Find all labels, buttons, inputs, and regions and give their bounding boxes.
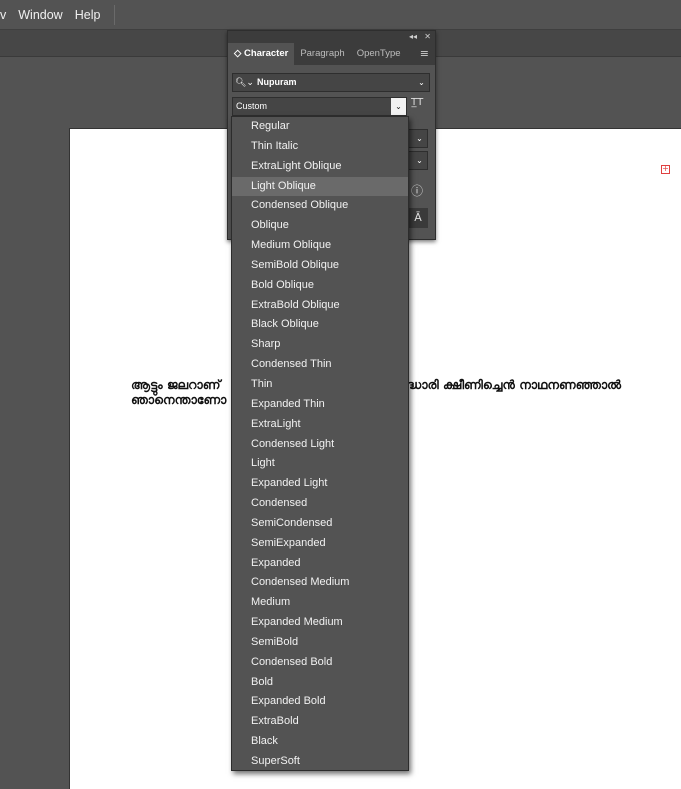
leading-chevron-field[interactable]: ⌄ bbox=[408, 151, 428, 170]
font-style-option[interactable]: SemiBold bbox=[232, 633, 408, 653]
close-icon[interactable]: ✕ bbox=[424, 31, 431, 43]
font-style-option[interactable]: Light bbox=[232, 454, 408, 474]
font-style-option[interactable]: Thin bbox=[232, 375, 408, 395]
font-family-field[interactable]: 🔍︎⌄ Nupuram ⌄ bbox=[232, 73, 430, 92]
font-style-option[interactable]: Condensed Thin bbox=[232, 355, 408, 375]
font-style-option[interactable]: Condensed Oblique bbox=[232, 196, 408, 216]
menu-window[interactable]: Window bbox=[12, 8, 68, 22]
font-style-option[interactable]: Condensed Light bbox=[232, 435, 408, 455]
font-family-value: Nupuram bbox=[257, 77, 297, 87]
artboard-text-line1-left[interactable]: ആട്ടും ജലറാണ് bbox=[131, 377, 220, 393]
font-style-option[interactable]: Expanded Medium bbox=[232, 613, 408, 633]
font-style-option[interactable]: Medium bbox=[232, 593, 408, 613]
panel-tabs: ◇ Character Paragraph OpenType ≡ bbox=[228, 43, 435, 65]
font-style-value: Custom bbox=[236, 101, 268, 111]
info-icon[interactable]: ⓘ bbox=[411, 182, 423, 199]
font-style-option[interactable]: Expanded Bold bbox=[232, 692, 408, 712]
tab-character[interactable]: ◇ Character bbox=[228, 43, 295, 65]
tab-character-arrow-icon: ◇ bbox=[234, 48, 242, 59]
font-style-option[interactable]: Condensed bbox=[232, 494, 408, 514]
font-style-option[interactable]: Medium Oblique bbox=[232, 236, 408, 256]
panel-title-bar: ◂◂ ✕ bbox=[228, 31, 435, 43]
font-style-option[interactable]: ExtraLight bbox=[232, 415, 408, 435]
font-style-option[interactable]: Oblique bbox=[232, 216, 408, 236]
font-style-option[interactable]: ExtraLight Oblique bbox=[232, 157, 408, 177]
font-style-option[interactable]: Expanded Thin bbox=[232, 395, 408, 415]
font-style-option[interactable]: ExtraBold Oblique bbox=[232, 296, 408, 316]
font-style-option[interactable]: Regular bbox=[232, 117, 408, 137]
font-style-chevron-down-icon[interactable]: ⌄ bbox=[391, 98, 406, 115]
font-style-option[interactable]: Thin Italic bbox=[232, 137, 408, 157]
panel-menu-icon[interactable]: ≡ bbox=[420, 47, 429, 60]
font-style-option[interactable]: ExtraBold bbox=[232, 712, 408, 732]
font-style-option[interactable]: Light Oblique bbox=[232, 176, 408, 197]
font-style-option[interactable]: SemiCondensed bbox=[232, 514, 408, 534]
menu-separator bbox=[114, 4, 116, 25]
menu-bar: v Window Help bbox=[0, 0, 681, 30]
font-style-option[interactable]: Expanded bbox=[232, 554, 408, 574]
tab-character-label: Character bbox=[243, 48, 289, 59]
font-style-option[interactable]: SemiExpanded bbox=[232, 534, 408, 554]
font-style-option[interactable]: SuperSoft bbox=[232, 752, 408, 772]
collapse-icon[interactable]: ◂◂ bbox=[409, 31, 417, 43]
size-chevron-down-icon[interactable]: ⌄ bbox=[412, 130, 427, 147]
type-style-icon[interactable]: T̲T bbox=[411, 97, 423, 108]
font-style-dropdown-list: Regular Thin Italic ExtraLight Oblique Ligh… bbox=[231, 116, 409, 771]
font-style-option[interactable]: Black Oblique bbox=[232, 315, 408, 335]
font-style-option[interactable]: SemiBold Oblique bbox=[232, 256, 408, 276]
font-style-option[interactable]: Condensed Medium bbox=[232, 573, 408, 593]
glyph-icon[interactable]: Ā bbox=[408, 208, 428, 228]
leading-chevron-down-icon[interactable]: ⌄ bbox=[412, 152, 427, 169]
font-style-option[interactable]: Bold bbox=[232, 673, 408, 693]
menu-view[interactable]: v bbox=[0, 8, 12, 22]
tab-opentype[interactable]: OpenType bbox=[351, 43, 407, 65]
artboard-text-line2-left[interactable]: ഞാനെന്താണോ bbox=[131, 392, 226, 408]
font-style-option[interactable]: Bold Oblique bbox=[232, 276, 408, 296]
size-chevron-field[interactable]: ⌄ bbox=[408, 129, 428, 148]
font-style-option[interactable]: Black bbox=[232, 732, 408, 752]
font-style-option[interactable]: Sharp bbox=[232, 335, 408, 355]
font-search-icon[interactable]: 🔍︎⌄ bbox=[235, 74, 254, 91]
artboard-text-line1-right[interactable]: ദ്ധാരി ക്ഷീണിച്ചെൻ നാഥനണഞ്ഞാൽ bbox=[406, 377, 621, 393]
font-style-option[interactable]: Condensed Bold bbox=[232, 653, 408, 673]
font-style-option[interactable]: Expanded Light bbox=[232, 474, 408, 494]
font-style-field[interactable]: Custom ⌄ bbox=[232, 97, 407, 116]
tab-paragraph[interactable]: Paragraph bbox=[294, 43, 350, 65]
artboard-corner-marker: + bbox=[661, 164, 670, 174]
menu-help[interactable]: Help bbox=[69, 8, 107, 22]
font-family-chevron-down-icon[interactable]: ⌄ bbox=[414, 74, 429, 91]
